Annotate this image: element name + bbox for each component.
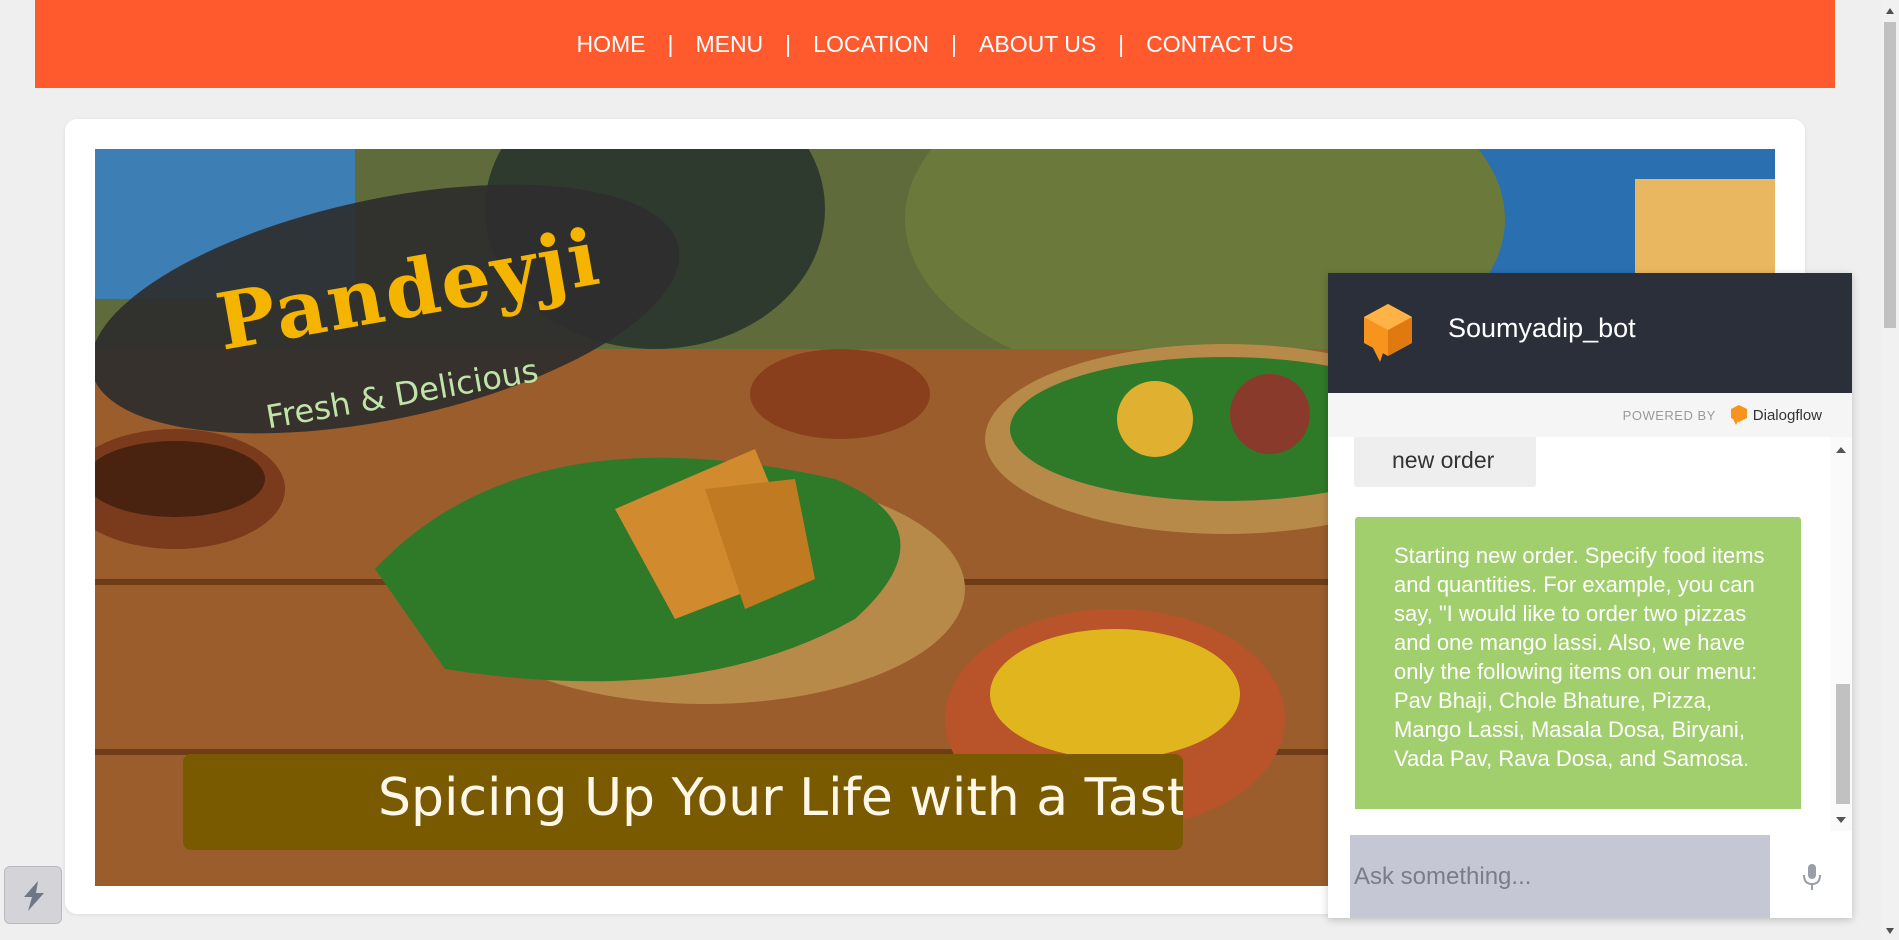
dialogflow-name[interactable]: Dialogflow <box>1753 407 1822 424</box>
user-message: new order <box>1354 437 1536 487</box>
nav-separator: | <box>667 30 674 57</box>
nav-menu[interactable]: MENU <box>695 31 763 58</box>
microphone-icon[interactable] <box>1801 862 1823 892</box>
lightning-icon <box>24 881 44 911</box>
chat-scroll-down-icon[interactable] <box>1836 817 1846 827</box>
nav-location[interactable]: LOCATION <box>813 31 929 58</box>
nav-home[interactable]: HOME <box>576 31 645 58</box>
dialogflow-cube-icon <box>1364 304 1412 362</box>
nav-about-us[interactable]: ABOUT US <box>979 31 1096 58</box>
bot-message: Starting new order. Specify food items a… <box>1355 517 1801 809</box>
chatbot-widget: Soumyadip_bot POWERED BY Dialogflow new … <box>1328 273 1852 918</box>
powered-by-label: POWERED BY <box>1622 407 1716 423</box>
chat-title: Soumyadip_bot <box>1448 313 1636 343</box>
chat-input[interactable] <box>1350 835 1770 918</box>
dialogflow-logo-icon <box>1730 405 1747 425</box>
scroll-up-arrow-icon[interactable] <box>1884 4 1896 18</box>
chat-scroll-up-icon[interactable] <box>1836 447 1846 457</box>
chat-header: Soumyadip_bot <box>1328 273 1852 393</box>
top-nav: HOME | MENU | LOCATION | ABOUT US | CONT… <box>35 0 1835 88</box>
chat-scrollbar[interactable] <box>1830 437 1852 831</box>
floating-action-button[interactable] <box>4 866 62 924</box>
banner-text: Spicing Up Your Life with a Taste of <box>378 768 1183 828</box>
chat-messages[interactable]: new order Starting new order. Specify fo… <box>1328 437 1852 809</box>
page-scrollbar[interactable] <box>1881 0 1899 940</box>
nav-separator: | <box>785 30 792 57</box>
nav-separator: | <box>1118 30 1125 57</box>
scroll-down-arrow-icon[interactable] <box>1884 924 1896 938</box>
scroll-thumb[interactable] <box>1884 22 1896 328</box>
chat-scroll-thumb[interactable] <box>1836 684 1850 804</box>
hero-banner: Spicing Up Your Life with a Taste of <box>183 754 1183 850</box>
nav-separator: | <box>951 30 958 57</box>
nav-contact-us[interactable]: CONTACT US <box>1146 31 1293 58</box>
chat-input-row <box>1328 835 1852 918</box>
powered-by-bar: POWERED BY Dialogflow <box>1328 393 1852 437</box>
